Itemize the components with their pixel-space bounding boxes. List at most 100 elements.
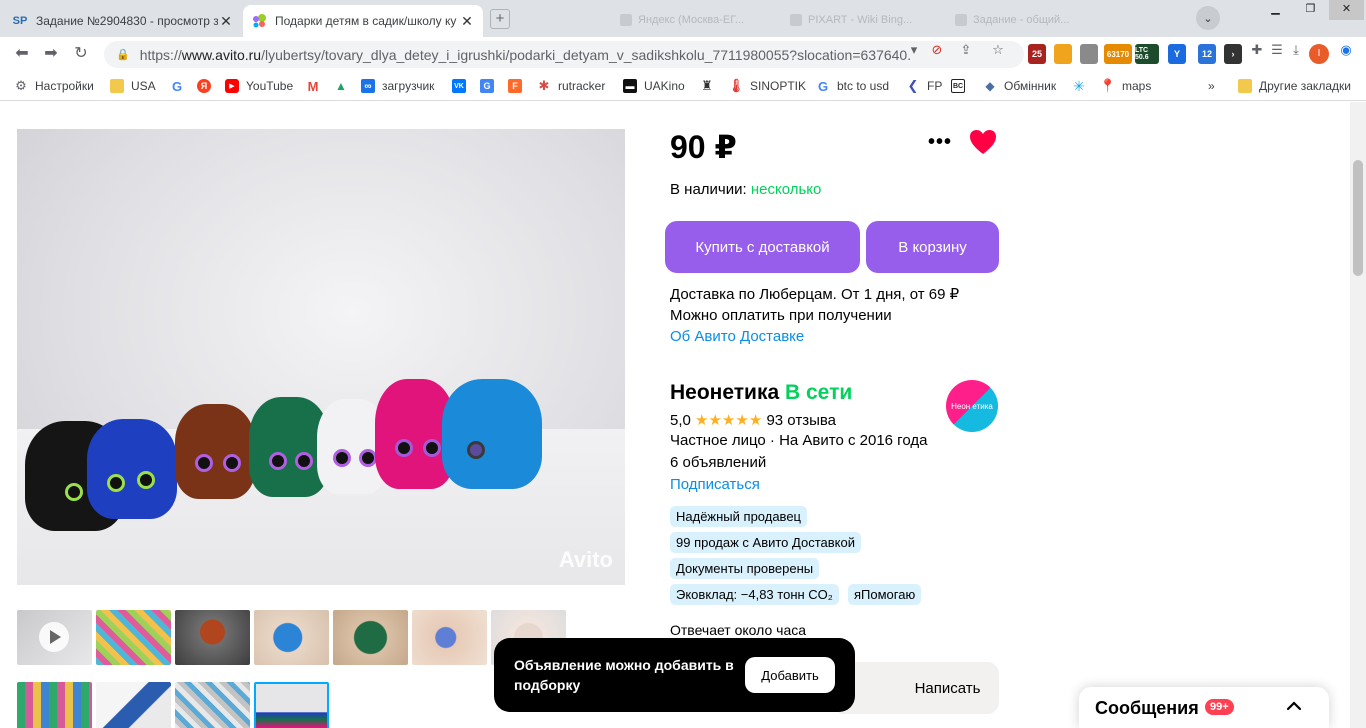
bookmark-yandex[interactable]: Я: [197, 78, 218, 94]
profile-avatar[interactable]: I: [1309, 44, 1329, 64]
subscribe-link[interactable]: Подписаться: [670, 476, 760, 493]
bookmark-translate[interactable]: G: [480, 78, 501, 94]
bookmark-folder-usa[interactable]: USA: [110, 78, 156, 94]
tab-search-chevron-icon[interactable]: ⌄: [1196, 6, 1220, 30]
extension-shield-icon[interactable]: [1054, 44, 1072, 64]
extensions-puzzle-icon[interactable]: ✚: [1248, 42, 1266, 58]
extension-y-icon[interactable]: Y: [1168, 44, 1186, 64]
seller-rating[interactable]: 5,0 ★★★★★ 93 отзыва: [670, 411, 836, 429]
write-message-button[interactable]: Написать: [832, 662, 999, 714]
page-scrollbar[interactable]: [1350, 102, 1366, 728]
extension-counter-icon[interactable]: 12: [1198, 44, 1216, 64]
add-to-collection-toast: Объявление можно добавить в подборку Доб…: [494, 638, 855, 712]
bookmark-drive[interactable]: ▲: [334, 78, 355, 94]
chevron-up-icon[interactable]: [1285, 697, 1303, 715]
seller-name[interactable]: Неонетика В сети: [670, 381, 852, 405]
star-burst-icon: ✳: [1073, 77, 1085, 94]
bookmark-youtube[interactable]: ▶ YouTube: [225, 78, 293, 94]
avito-delivery-link[interactable]: Об Авито Доставке: [670, 328, 804, 345]
extension-ltc-icon[interactable]: LTC 50.6: [1135, 44, 1159, 64]
bookmark-vk[interactable]: VK: [452, 78, 473, 94]
bookmark-fp[interactable]: ❮ FP: [906, 78, 943, 94]
bookmark-maps[interactable]: 📍 maps: [1099, 78, 1151, 94]
lock-icon[interactable]: 🔒: [116, 48, 130, 61]
stock-value: несколько: [750, 181, 822, 198]
thumbnail[interactable]: [175, 682, 250, 728]
downloads-icon[interactable]: ⤓: [1287, 42, 1305, 58]
bookmark-exchange[interactable]: ◆ Обмінник: [983, 78, 1056, 94]
bookmark-other-folder[interactable]: Другие закладки: [1238, 78, 1351, 94]
tab-favicon-icon: [790, 14, 802, 26]
media-list-icon[interactable]: ☰: [1268, 42, 1286, 58]
bookmark-downloader[interactable]: ∞ загрузчик: [361, 78, 434, 94]
bookmark-sinoptik[interactable]: 🌡 SINOPTIK: [728, 78, 806, 94]
reload-icon[interactable]: ↻: [70, 43, 92, 65]
scrollbar-thumb[interactable]: [1353, 160, 1363, 276]
add-to-cart-button[interactable]: В корзину: [866, 221, 999, 273]
bookmark-burst[interactable]: ✳: [1072, 78, 1093, 94]
bookmark-btc-to-usd[interactable]: Gbtc to usd: [816, 78, 889, 94]
bookmark-f[interactable]: F: [508, 78, 529, 94]
extension-btc-icon[interactable]: 63170: [1104, 44, 1132, 64]
thumbnail[interactable]: [412, 610, 487, 665]
heart-favorite-icon[interactable]: [968, 128, 1002, 158]
price: 90 ₽: [670, 129, 737, 165]
background-tab[interactable]: Яндекс (Москва-ЕГ...: [620, 12, 770, 28]
more-options-icon[interactable]: •••: [928, 131, 952, 154]
badge-eco-contribution[interactable]: Эковклад: −4,83 тонн CO₂: [670, 584, 839, 605]
background-tab[interactable]: PIXART - Wiki Bing...: [790, 12, 940, 28]
url-text[interactable]: https://www.avito.ru/lyubertsy/tovary_dl…: [140, 47, 910, 63]
badge-ya-pomogayu[interactable]: яПомогаю: [848, 584, 922, 605]
extension-terminal-icon[interactable]: ›: [1224, 44, 1242, 64]
thumbnail[interactable]: [96, 682, 171, 728]
minimize-window-icon[interactable]: ▁: [1258, 0, 1293, 20]
thumbnail[interactable]: [333, 610, 408, 665]
bookmark-rutracker[interactable]: ✱ rutracker: [537, 78, 606, 94]
extension-briefcase-icon[interactable]: [1080, 44, 1098, 64]
close-window-icon[interactable]: ✕: [1329, 0, 1364, 20]
bookmark-uakino[interactable]: ▬ UAKino: [623, 78, 685, 94]
thumbnail[interactable]: [175, 610, 250, 665]
share-icon[interactable]: ⇪: [957, 42, 975, 58]
tab-title: Задание №2904830 - просмотр з: [36, 14, 218, 28]
badge-documents-verified[interactable]: Документы проверены: [670, 558, 820, 579]
seller-ads-count[interactable]: 6 объявлений: [670, 454, 766, 471]
bookmark-star-icon[interactable]: ☆: [989, 42, 1007, 58]
forward-arrow-icon[interactable]: ➡: [40, 43, 62, 65]
close-tab-icon[interactable]: ✕: [459, 13, 475, 30]
bookmark-label: Обмінник: [1004, 79, 1057, 93]
dropdown-arrow-icon[interactable]: ▾: [905, 42, 923, 58]
seller-logo[interactable]: Неон етика: [946, 380, 998, 432]
bookmark-settings[interactable]: ⚙ Настройки: [14, 78, 94, 94]
thumbnail[interactable]: [254, 610, 329, 665]
address-bar[interactable]: 🔒 https://www.avito.ru/lyubertsy/tovary_…: [104, 41, 1024, 68]
thumbnail[interactable]: [96, 610, 171, 665]
browser-menu-icon[interactable]: ◉: [1337, 42, 1355, 58]
tab-task[interactable]: SP Задание №2904830 - просмотр з ✕: [4, 5, 242, 37]
bookmark-google[interactable]: G: [170, 78, 191, 94]
buy-with-delivery-button[interactable]: Купить с доставкой: [665, 221, 860, 273]
new-tab-button[interactable]: +: [490, 9, 510, 29]
tab-avito[interactable]: Подарки детям в садик/школу ку ✕: [243, 5, 483, 37]
background-tab[interactable]: Задание - общий...: [955, 12, 1105, 28]
messages-widget[interactable]: Сообщения 99+: [1079, 687, 1329, 728]
thumbnail-selected[interactable]: [254, 682, 329, 728]
thumbnail[interactable]: [17, 682, 92, 728]
back-arrow-icon[interactable]: ⬅: [11, 43, 33, 65]
close-tab-icon[interactable]: ✕: [218, 13, 234, 30]
yandex-icon: Я: [197, 79, 211, 93]
bookmark-person[interactable]: ♜: [700, 78, 721, 94]
bookmark-gmail[interactable]: M: [306, 78, 327, 94]
browser-toolbar: ⬅ ➡ ↻ 🔒 https://www.avito.ru/lyubertsy/t…: [0, 37, 1366, 71]
extension-badge-icon[interactable]: 25: [1028, 44, 1046, 64]
bookmark-bc[interactable]: BC: [951, 78, 972, 94]
badge-delivery-sales[interactable]: 99 продаж с Авито Доставкой: [670, 532, 861, 553]
product-main-photo[interactable]: Avito: [17, 129, 625, 585]
badge-reliable-seller[interactable]: Надёжный продавец: [670, 506, 807, 527]
restore-window-icon[interactable]: ❐: [1293, 0, 1328, 20]
toast-add-button[interactable]: Добавить: [745, 657, 835, 693]
maps-pin-icon: 📍: [1099, 78, 1117, 93]
thumbnail-video[interactable]: [17, 610, 92, 665]
blocked-popup-icon[interactable]: ⊘: [928, 42, 946, 58]
bookmarks-overflow-chevron[interactable]: »: [1208, 78, 1215, 94]
